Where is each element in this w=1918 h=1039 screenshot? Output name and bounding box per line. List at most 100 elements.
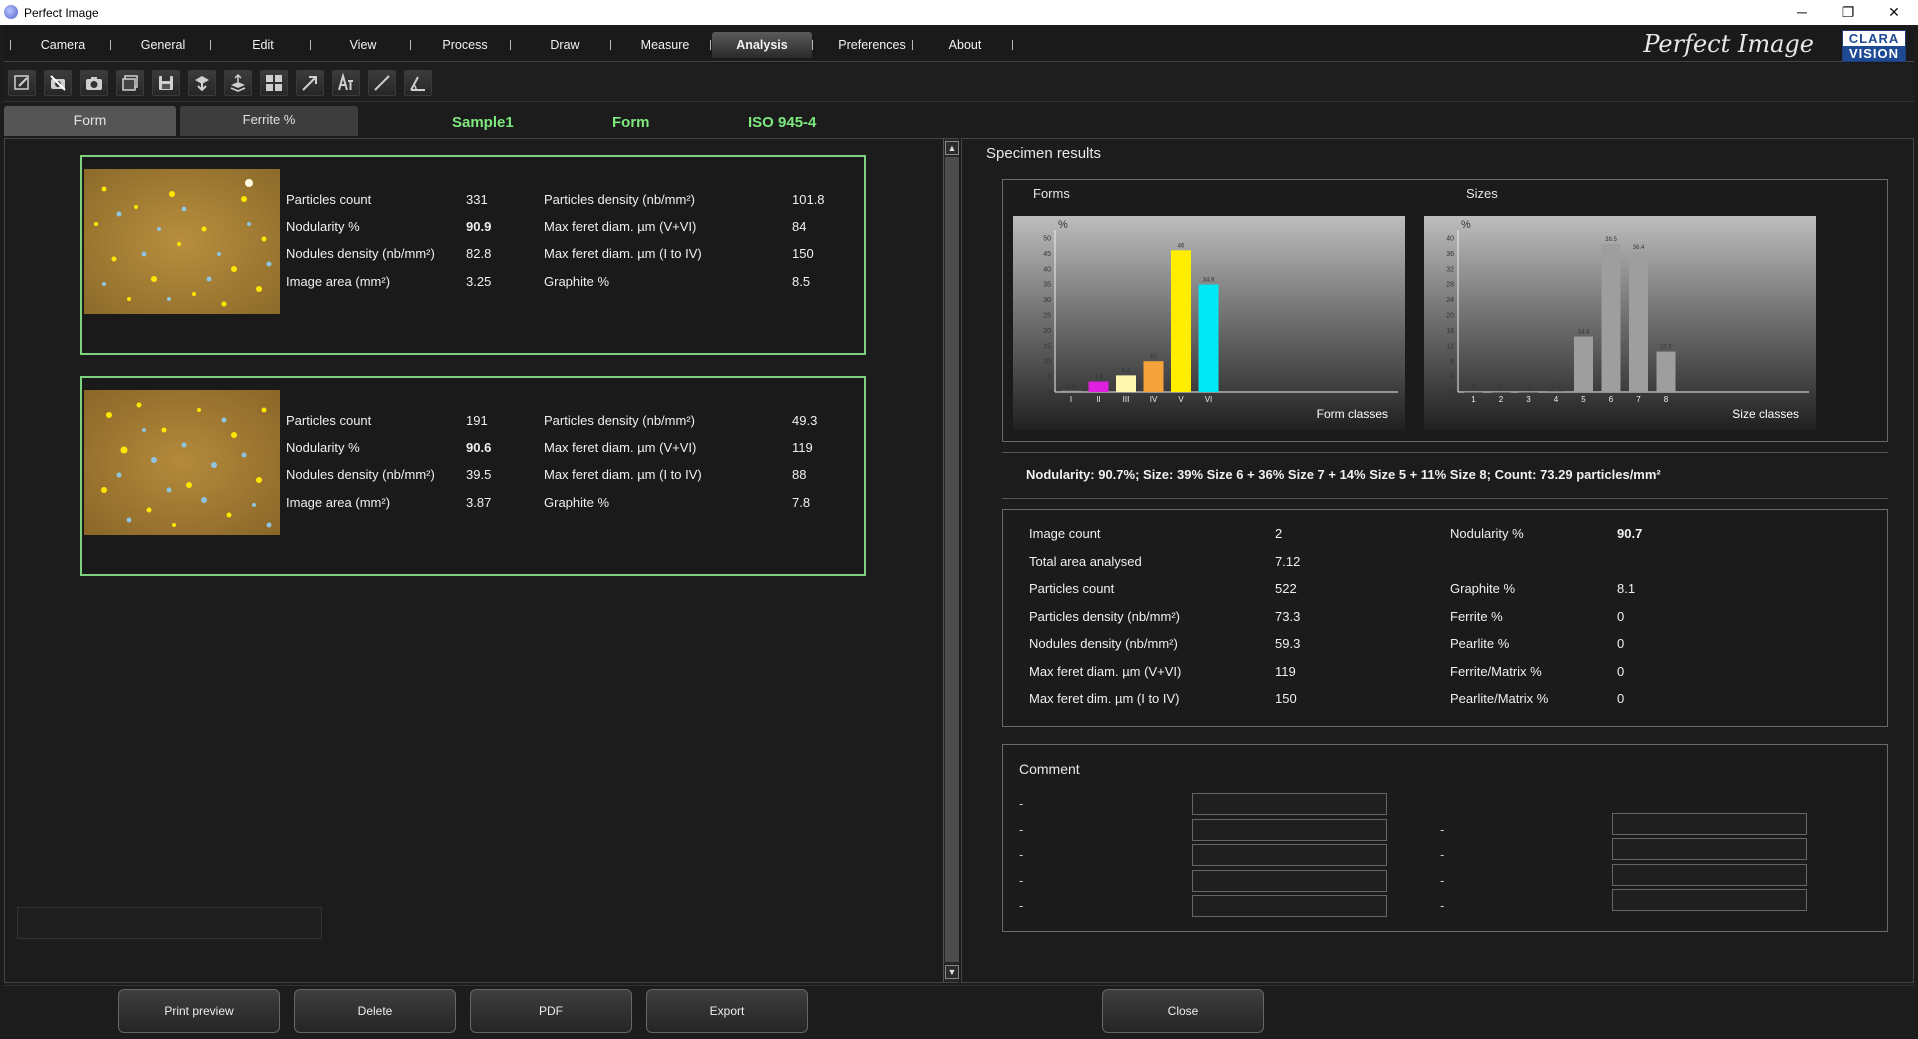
menu-view[interactable]: View xyxy=(326,32,400,58)
bar xyxy=(1464,392,1483,393)
menu-separator xyxy=(10,40,11,50)
pdf-button[interactable]: PDF xyxy=(470,989,632,1033)
comment-input-left[interactable] xyxy=(1192,844,1387,866)
scroll-thumb[interactable] xyxy=(945,157,959,962)
import-icon[interactable] xyxy=(188,70,216,96)
line-icon[interactable] xyxy=(368,70,396,96)
forms-chart-svg: % 0 5 10 15 20 25 30 35 40 45 50 0.4 I 3.4 II 5.4 III 10 IV… xyxy=(1043,219,1398,421)
title-bar: Perfect Image ─ ❐ ✕ xyxy=(0,0,1918,25)
particles-density-value: 101.8 xyxy=(792,192,825,207)
comment-dash: - xyxy=(1019,898,1024,913)
comment-dash: - xyxy=(1440,822,1445,837)
y-tick-label: 28 xyxy=(1446,282,1454,289)
comment-input-left[interactable] xyxy=(1192,793,1387,815)
y-tick-label: 5 xyxy=(1047,374,1051,381)
text-icon[interactable] xyxy=(332,70,360,96)
close-window-button[interactable]: ✕ xyxy=(1874,2,1914,22)
y-tick-label: 20 xyxy=(1446,313,1454,320)
tab-form[interactable]: Form xyxy=(4,106,176,136)
image-card[interactable]: Particles count 191 Particles density (n… xyxy=(80,376,866,576)
menu-about[interactable]: About xyxy=(922,32,1008,58)
sizes-chart-svg: %04812162024283236400102030.2414.4538.56… xyxy=(1446,219,1809,421)
menu-preferences[interactable]: Preferences xyxy=(822,32,922,58)
save-icon[interactable] xyxy=(152,70,180,96)
image-stack-icon[interactable] xyxy=(116,70,144,96)
menu-process[interactable]: Process xyxy=(426,32,504,58)
graphite-value: 8.5 xyxy=(792,274,811,289)
restore-button[interactable]: ❐ xyxy=(1828,2,1868,22)
x-axis-label: Form classes xyxy=(1317,407,1388,421)
delete-button[interactable]: Delete xyxy=(294,989,456,1033)
bar xyxy=(1546,391,1566,392)
comment-input-right[interactable] xyxy=(1612,838,1807,860)
y-tick-label: 0 xyxy=(1450,390,1454,397)
camera-icon[interactable] xyxy=(80,70,108,96)
stat-label: Particles density (nb/mm²) xyxy=(1029,608,1180,624)
graphite-label: Graphite % xyxy=(544,274,610,289)
scroll-up-icon[interactable]: ▲ xyxy=(945,141,959,155)
stat-label: Pearlite/Matrix % xyxy=(1450,691,1549,706)
stat-label: Total area analysed xyxy=(1029,553,1142,569)
comment-input-right[interactable] xyxy=(1612,813,1807,835)
x-tick-label: IV xyxy=(1150,395,1158,404)
menu-general[interactable]: General xyxy=(126,32,200,58)
menu-bar: Camera General Edit View Process Draw Me… xyxy=(4,26,1914,62)
arrow-icon[interactable] xyxy=(296,70,324,96)
comment-dash: - xyxy=(1019,796,1024,811)
nodules-density-label: Nodules density (nb/mm²) xyxy=(286,467,435,482)
max-feret-v-vi-value: 119 xyxy=(792,440,813,455)
bar-value-label: 0 xyxy=(1527,385,1531,391)
comment-input-right[interactable] xyxy=(1612,889,1807,911)
angle-icon[interactable] xyxy=(404,70,432,96)
sizes-chart: % 0 4 8 12 16 20 24 28 32 36 40 0 1 0 2 0 3 0.2 4 14.4 5 38.5 6… xyxy=(1424,216,1816,430)
comment-input-left[interactable] xyxy=(1192,819,1387,841)
image-card[interactable]: Particles count 331 Particles density (n… xyxy=(80,155,866,355)
scroll-down-icon[interactable]: ▼ xyxy=(945,965,959,979)
minimize-button[interactable]: ─ xyxy=(1782,2,1822,22)
micrograph-thumbnail[interactable] xyxy=(84,169,280,314)
x-tick-label: VI xyxy=(1205,395,1213,404)
menu-draw[interactable]: Draw xyxy=(526,32,604,58)
stat-value: 0 xyxy=(1617,636,1625,651)
sample-name: Sample1 xyxy=(452,114,514,131)
comment-input-right[interactable] xyxy=(1612,864,1807,886)
stat-label: Graphite % xyxy=(1450,581,1516,596)
vertical-scrollbar[interactable]: ▲ ▼ xyxy=(943,139,959,982)
menu-measure[interactable]: Measure xyxy=(626,32,704,58)
menu-analysis[interactable]: Analysis xyxy=(712,32,812,58)
bar xyxy=(1198,284,1219,392)
nodularity-label: Nodularity % xyxy=(286,219,360,234)
export-layers-icon[interactable] xyxy=(224,70,252,96)
bar-value-label: 0 xyxy=(1499,385,1503,391)
comment-input-left[interactable] xyxy=(1192,895,1387,917)
y-tick-label: 25 xyxy=(1043,313,1051,320)
bar xyxy=(1519,392,1538,393)
x-tick-label: II xyxy=(1096,395,1100,404)
no-camera-icon[interactable] xyxy=(44,70,72,96)
grid-icon[interactable] xyxy=(260,70,288,96)
export-button[interactable]: Export xyxy=(646,989,808,1033)
y-tick-label: 30 xyxy=(1043,297,1051,304)
print-preview-button[interactable]: Print preview xyxy=(118,989,280,1033)
status-box xyxy=(17,907,322,939)
bar-value-label: 38.5 xyxy=(1605,237,1617,243)
edit-icon[interactable] xyxy=(8,70,36,96)
menu-separator xyxy=(1012,40,1013,50)
menu-edit[interactable]: Edit xyxy=(226,32,300,58)
y-tick-label: 12 xyxy=(1446,343,1454,350)
nodules-density-label: Nodules density (nb/mm²) xyxy=(286,246,435,261)
bar-value-label: 0.4 xyxy=(1067,384,1076,390)
comment-input-left[interactable] xyxy=(1192,870,1387,892)
stat-label: Nodularity % xyxy=(1450,526,1524,541)
menu-camera[interactable]: Camera xyxy=(26,32,100,58)
micrograph-thumbnail[interactable] xyxy=(84,390,280,535)
y-tick-label: 35 xyxy=(1043,282,1051,289)
y-tick-label: 32 xyxy=(1446,266,1454,273)
tab-ferrite[interactable]: Ferrite % xyxy=(180,106,358,136)
nodules-density-value: 39.5 xyxy=(466,467,492,482)
y-tick-label: 45 xyxy=(1043,251,1051,258)
bar xyxy=(1601,243,1621,392)
image-area-label: Image area (mm²) xyxy=(286,495,391,510)
y-tick-label: 20 xyxy=(1043,328,1051,335)
close-button[interactable]: Close xyxy=(1102,989,1264,1033)
